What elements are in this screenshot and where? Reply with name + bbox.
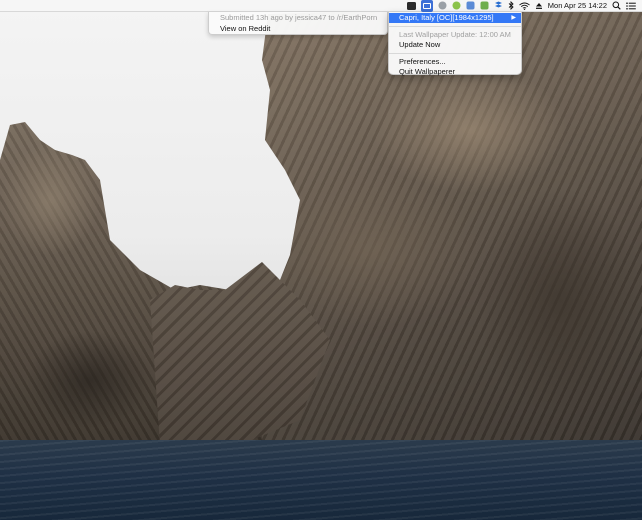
wallpaperer-dropdown-menu: Capri, Italy [OC][1984x1295] ▶ Last Wall…	[388, 12, 522, 77]
view-on-reddit-item[interactable]: View on Reddit	[220, 23, 376, 34]
last-update-item: Last Wallpaper Update: 12:00 AM	[399, 30, 511, 39]
search-icon[interactable]	[612, 0, 621, 12]
gray-circle-icon[interactable]	[438, 0, 447, 12]
list-icon[interactable]	[626, 0, 636, 12]
eject-icon[interactable]	[535, 0, 543, 12]
menu-separator	[389, 53, 521, 54]
menubar-clock[interactable]: Mon Apr 25 14:22	[548, 0, 607, 12]
current-wallpaper-item[interactable]: Capri, Italy [OC][1984x1295] ▶	[389, 13, 521, 23]
wallpaper-app-icon[interactable]	[406, 0, 416, 12]
dropbox-icon[interactable]	[494, 0, 503, 12]
wallpaperer-menu-icon[interactable]	[420, 0, 433, 12]
green-leaf-icon[interactable]	[452, 0, 461, 12]
wifi-icon[interactable]	[519, 0, 530, 12]
wallpaper-water	[0, 440, 642, 520]
green-app-icon[interactable]	[480, 0, 489, 12]
update-now-item[interactable]: Update Now	[389, 40, 521, 50]
menu-bar: Mon Apr 25 14:22	[0, 0, 642, 12]
bluetooth-icon[interactable]	[508, 0, 514, 12]
menu-separator	[389, 26, 521, 27]
submission-meta-text: Submitted 13h ago by jessica47 to /r/Ear…	[220, 13, 378, 22]
submenu-arrow-icon: ▶	[511, 15, 516, 21]
submission-info-panel: Submitted 13h ago by jessica47 to /r/Ear…	[208, 12, 388, 35]
blue-app-icon[interactable]	[466, 0, 475, 12]
quit-item[interactable]: Quit Wallpaperer	[389, 67, 521, 77]
desktop-wallpaper	[0, 0, 642, 520]
preferences-item[interactable]: Preferences...	[389, 57, 521, 67]
current-wallpaper-label: Capri, Italy [OC][1984x1295]	[399, 13, 494, 22]
